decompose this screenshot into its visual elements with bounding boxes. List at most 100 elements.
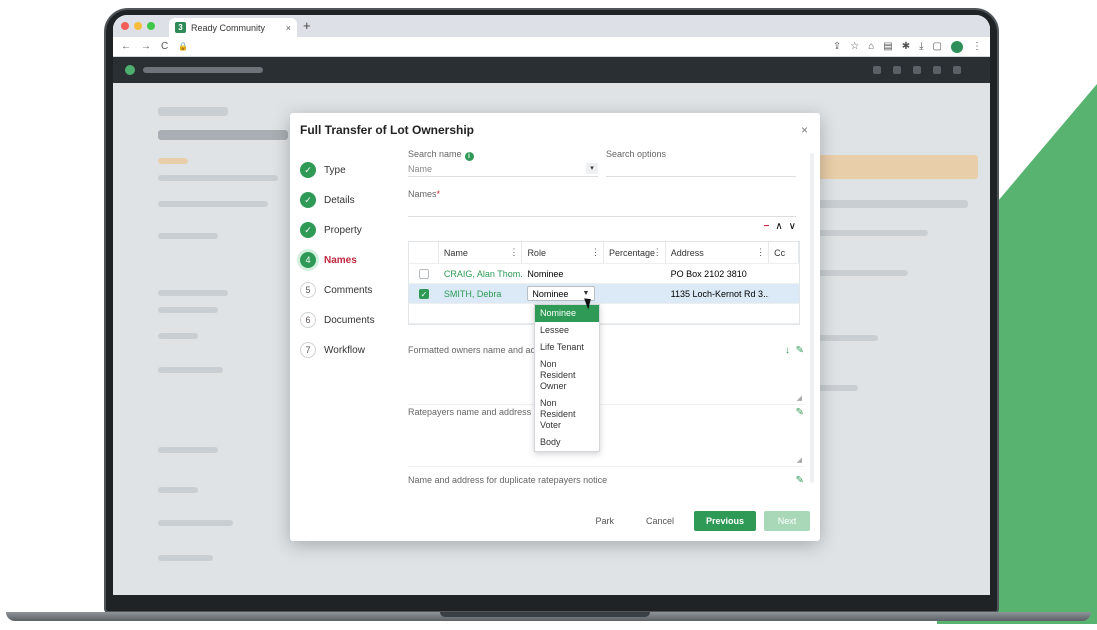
step-comments[interactable]: 5 Comments <box>300 275 390 305</box>
background-placeholder <box>158 130 288 140</box>
duplicate-notice-label: Name and address for duplicate ratepayer… <box>408 475 608 485</box>
step-label: Comments <box>324 284 373 296</box>
formatted-owners-textarea[interactable]: ◢ <box>408 359 804 405</box>
table-row[interactable]: ✓ SMITH, Debra Nominee ▼ 1135 Loch-Kerno… <box>409 284 799 304</box>
background-placeholder <box>158 290 228 296</box>
names-search-input[interactable] <box>408 201 796 217</box>
grid-header-row: Name ⋮ Role ⋮ Percentage ⋮ Address ⋮ Cc <box>409 242 799 264</box>
edit-icon[interactable]: ✎ <box>796 345 804 356</box>
close-window-button[interactable] <box>121 22 129 30</box>
zoom-window-button[interactable] <box>147 22 155 30</box>
menu-item-lessee[interactable]: Lessee <box>535 322 599 339</box>
extension-icon[interactable]: ⌂ <box>868 41 874 52</box>
search-options-input[interactable] <box>606 161 796 177</box>
marketing-stage: 3 Ready Community × + ← → C 🔒 ⇪ ☆ ⌂ ▤ ✱ … <box>0 0 1097 630</box>
step-label: Type <box>324 164 346 176</box>
previous-button[interactable]: Previous <box>694 511 756 531</box>
close-icon[interactable]: × <box>801 123 808 137</box>
remove-row-button[interactable]: − <box>764 221 770 232</box>
select-column-header <box>409 242 439 263</box>
reader-icon[interactable]: ▤ <box>883 41 892 52</box>
close-icon[interactable]: × <box>286 23 291 33</box>
column-menu-icon[interactable]: ⋮ <box>591 247 600 258</box>
names-grid: Name ⋮ Role ⋮ Percentage ⋮ Address ⋮ Cc CRAI… <box>408 241 800 325</box>
resize-handle-icon[interactable]: ◢ <box>797 456 802 464</box>
step-label: Details <box>324 194 355 206</box>
step-property[interactable]: ✓ Property <box>300 215 390 245</box>
column-header-name[interactable]: Name ⋮ <box>439 242 523 263</box>
background-placeholder <box>158 233 218 239</box>
cc-cell <box>769 264 799 283</box>
column-menu-icon[interactable]: ⋮ <box>509 247 518 258</box>
percentage-cell[interactable] <box>604 264 666 283</box>
role-cell[interactable]: Nominee <box>522 264 604 283</box>
background-placeholder <box>158 447 218 453</box>
row-checkbox-checked[interactable]: ✓ <box>418 288 429 299</box>
step-workflow[interactable]: 7 Workflow <box>300 335 390 365</box>
search-name-label: Search name i <box>408 149 474 161</box>
resize-handle-icon[interactable]: ◢ <box>797 394 802 402</box>
minimize-window-button[interactable] <box>134 22 142 30</box>
background-placeholder <box>158 333 198 339</box>
move-down-button[interactable]: ∨ <box>789 221 796 232</box>
name-link[interactable]: CRAIG, Alan Thom... <box>444 269 523 279</box>
cancel-button[interactable]: Cancel <box>633 511 686 531</box>
new-tab-button[interactable]: + <box>303 18 311 33</box>
step-details[interactable]: ✓ Details <box>300 185 390 215</box>
table-row[interactable]: CRAIG, Alan Thom... Nominee PO Box 2102 … <box>409 264 799 284</box>
name-cell: SMITH, Debra <box>439 284 523 303</box>
download-icon[interactable]: ⤓ <box>919 41 923 52</box>
menu-item-non-resident-voter[interactable]: Non Resident Voter <box>535 395 599 434</box>
column-menu-icon[interactable]: ⋮ <box>756 247 765 258</box>
back-icon[interactable]: ← <box>121 41 131 52</box>
background-placeholder <box>818 385 858 391</box>
share-icon[interactable]: ⇪ <box>833 41 841 52</box>
reload-icon[interactable]: C <box>161 41 168 52</box>
step-names[interactable]: 4 Names <box>300 245 390 275</box>
next-button[interactable]: Next <box>764 511 810 531</box>
park-button[interactable]: Park <box>583 511 626 531</box>
puzzle-icon[interactable]: ✱ <box>902 41 910 52</box>
step-label: Workflow <box>324 344 365 356</box>
menu-item-non-resident-owner[interactable]: Non Resident Owner <box>535 356 599 395</box>
arrow-down-icon[interactable]: ↓ <box>785 345 790 356</box>
laptop-base <box>0 598 1097 630</box>
step-type[interactable]: ✓ Type <box>300 155 390 185</box>
step-documents[interactable]: 6 Documents <box>300 305 390 335</box>
column-menu-icon[interactable]: ⋮ <box>653 247 662 258</box>
dialog-title: Full Transfer of Lot Ownership <box>300 123 475 137</box>
move-up-button[interactable]: ∧ <box>775 221 782 232</box>
column-header-role[interactable]: Role ⋮ <box>522 242 604 263</box>
column-header-cc[interactable]: Cc <box>769 242 799 263</box>
sidepanel-icon[interactable]: ▢ <box>933 41 942 52</box>
background-placeholder <box>158 175 278 181</box>
role-select-value: Nominee <box>532 288 569 299</box>
percentage-cell[interactable] <box>604 284 666 303</box>
menu-item-life-tenant[interactable]: Life Tenant <box>535 339 599 356</box>
browser-tab[interactable]: 3 Ready Community × <box>169 18 297 37</box>
edit-icon[interactable]: ✎ <box>796 407 804 418</box>
column-header-percentage[interactable]: Percentage ⋮ <box>604 242 666 263</box>
menu-icon[interactable]: ⋮ <box>972 41 982 52</box>
step-number: 5 <box>300 282 316 298</box>
edit-icon[interactable]: ✎ <box>796 475 804 486</box>
name-cell: CRAIG, Alan Thom... <box>439 264 523 283</box>
duplicate-notice-section: Name and address for duplicate ratepayer… <box>408 475 804 495</box>
name-link[interactable]: SMITH, Debra <box>444 289 502 299</box>
ratepayers-textarea[interactable]: ◢ <box>408 421 804 467</box>
menu-item-body[interactable]: Body <box>535 434 599 451</box>
profile-avatar[interactable] <box>951 40 963 53</box>
forward-icon[interactable]: → <box>141 41 151 52</box>
step-number: 6 <box>300 312 316 328</box>
header-icon <box>913 66 921 74</box>
search-name-select[interactable]: Name ▾ <box>408 161 598 177</box>
names-label-text: Names <box>408 189 437 199</box>
row-checkbox[interactable] <box>418 268 429 279</box>
info-icon: i <box>464 152 474 161</box>
dialog-scrollbar[interactable] <box>810 153 814 483</box>
dialog-footer: Park Cancel Previous Next <box>583 511 810 531</box>
favicon-icon: 3 <box>175 22 186 33</box>
star-icon[interactable]: ☆ <box>850 41 859 52</box>
column-header-text: Percentage <box>609 247 656 258</box>
column-header-address[interactable]: Address ⋮ <box>666 242 770 263</box>
